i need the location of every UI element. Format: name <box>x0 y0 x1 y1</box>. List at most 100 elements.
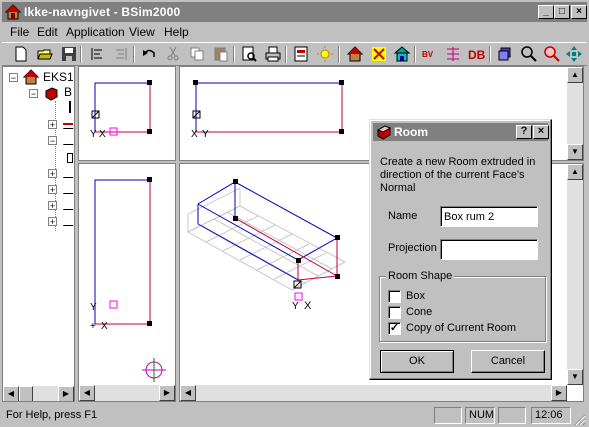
help-button[interactable]: ? <box>516 125 532 139</box>
zoom-alt-icon[interactable] <box>543 45 561 63</box>
model-tree[interactable]: − EKS1 − B + − + + + + ◀ ▶ <box>2 66 75 402</box>
copy-room-option-label[interactable]: Copy of Current Room <box>406 322 516 334</box>
copy-room-checkbox[interactable]: ✓ <box>388 322 401 335</box>
room-shape-label: Room Shape <box>386 270 455 282</box>
tree-leaf <box>69 101 74 113</box>
menu-file[interactable]: File <box>10 25 29 39</box>
house-app-icon <box>5 4 21 20</box>
status-time: 12:06 <box>531 407 571 424</box>
move-icon[interactable] <box>565 45 583 63</box>
svg-text:X: X <box>99 129 106 140</box>
house-icon[interactable] <box>346 45 364 63</box>
scroll-down-button[interactable]: ▼ <box>567 144 583 160</box>
plan-view-pane[interactable]: Y X <box>78 66 176 161</box>
cone-checkbox[interactable] <box>388 306 401 319</box>
scroll-up-button[interactable]: ▲ <box>567 67 583 83</box>
minimize-button[interactable]: _ <box>538 5 554 19</box>
graph-icon[interactable] <box>444 45 462 63</box>
status-bar: For Help, press F1 NUM 12:06 <box>0 404 589 427</box>
face-icon <box>62 203 74 210</box>
toolbar-separator <box>133 46 135 63</box>
align-right-icon[interactable] <box>112 45 130 63</box>
paste-icon[interactable] <box>212 45 230 63</box>
tree-leaf <box>67 153 73 163</box>
ok-button[interactable]: OK <box>380 350 454 373</box>
face-icon <box>62 219 74 226</box>
svg-text:+: + <box>90 321 96 332</box>
building-icon[interactable] <box>393 45 411 63</box>
resize-grip-icon[interactable] <box>573 413 586 426</box>
menu-bar: File Edit Application View Help <box>2 23 587 41</box>
scroll-up-button[interactable]: ▲ <box>567 164 583 180</box>
dialog-title: Room <box>394 125 428 139</box>
name-field[interactable] <box>440 206 538 227</box>
tree-expander[interactable]: + <box>48 169 57 179</box>
svg-text:DB: DB <box>468 48 486 62</box>
tree-root-label[interactable]: EKS1 <box>43 70 74 84</box>
side-hscroll[interactable]: ◀ ▶ <box>79 385 175 401</box>
doc-icon[interactable] <box>292 45 310 63</box>
menu-help[interactable]: Help <box>164 25 189 39</box>
tree-expander[interactable]: − <box>9 73 18 83</box>
dialog-close-button[interactable]: × <box>533 125 549 139</box>
open-icon[interactable] <box>36 45 54 63</box>
print-preview-icon[interactable] <box>240 45 258 63</box>
menu-application[interactable]: Application <box>66 25 125 39</box>
svg-text:Y: Y <box>90 302 97 313</box>
toolbar-separator <box>338 46 340 63</box>
svg-text:BV: BV <box>422 50 434 59</box>
svg-text:Y: Y <box>202 129 209 140</box>
bv-icon[interactable]: BV <box>420 45 438 63</box>
scroll-left-button[interactable]: ◀ <box>79 385 95 401</box>
cube-icon[interactable] <box>496 45 514 63</box>
scroll-thumb[interactable] <box>19 386 33 401</box>
save-icon[interactable] <box>60 45 78 63</box>
undo-icon[interactable] <box>140 45 158 63</box>
tree-expander[interactable]: + <box>48 185 57 195</box>
room-icon <box>45 87 58 101</box>
print-icon[interactable] <box>264 45 282 63</box>
toolbar: BV DB <box>2 42 587 66</box>
box-checkbox[interactable] <box>388 290 401 303</box>
close-button[interactable]: × <box>571 5 587 19</box>
sun-icon[interactable] <box>316 45 334 63</box>
align-left-icon[interactable] <box>88 45 106 63</box>
tree-expander[interactable]: + <box>48 120 57 130</box>
room-dialog: Room ? × Create a new Room extruded in d… <box>369 119 552 380</box>
scroll-right-button[interactable]: ▶ <box>159 385 175 401</box>
tree-child-label[interactable]: B <box>64 85 72 99</box>
copy-icon[interactable] <box>188 45 206 63</box>
scroll-down-button[interactable]: ▼ <box>567 369 583 385</box>
3d-hscroll[interactable]: ◀ ▶ <box>180 385 567 401</box>
cone-option-label[interactable]: Cone <box>406 306 432 318</box>
name-label: Name <box>388 210 418 222</box>
tree-expander[interactable]: − <box>48 136 57 146</box>
front-vscroll[interactable]: ▲ ▼ <box>567 67 583 160</box>
db-icon[interactable]: DB <box>468 45 486 63</box>
tree-expander[interactable]: + <box>48 201 57 211</box>
scroll-left-button[interactable]: ◀ <box>3 386 19 401</box>
box-option-label[interactable]: Box <box>406 290 425 302</box>
tree-expander[interactable]: + <box>48 217 57 227</box>
tree-expander[interactable]: − <box>29 89 38 99</box>
cancel-button[interactable]: Cancel <box>471 350 545 373</box>
plan-drawing: Y X <box>90 80 152 140</box>
scroll-right-button[interactable]: ▶ <box>58 386 74 401</box>
cut-icon[interactable] <box>164 45 182 63</box>
new-icon[interactable] <box>12 45 30 63</box>
zoom-icon[interactable] <box>520 45 538 63</box>
scroll-right-button[interactable]: ▶ <box>551 385 567 401</box>
menu-edit[interactable]: Edit <box>37 25 58 39</box>
tree-hscroll[interactable]: ◀ ▶ <box>3 386 74 401</box>
room-icon <box>376 125 392 140</box>
dialog-title-bar[interactable]: Room ? × <box>373 123 549 141</box>
projection-field[interactable] <box>440 239 538 260</box>
maximize-button[interactable]: □ <box>554 5 570 19</box>
side-view-pane[interactable]: Y + X ◀ ▶ <box>78 163 176 402</box>
svg-text:X: X <box>101 321 108 332</box>
3d-vscroll[interactable]: ▲ ▼ <box>567 164 583 385</box>
side-drawing: Y + X <box>90 177 166 382</box>
scroll-left-button[interactable]: ◀ <box>180 385 196 401</box>
cross-icon[interactable] <box>370 45 388 63</box>
menu-view[interactable]: View <box>129 25 155 39</box>
